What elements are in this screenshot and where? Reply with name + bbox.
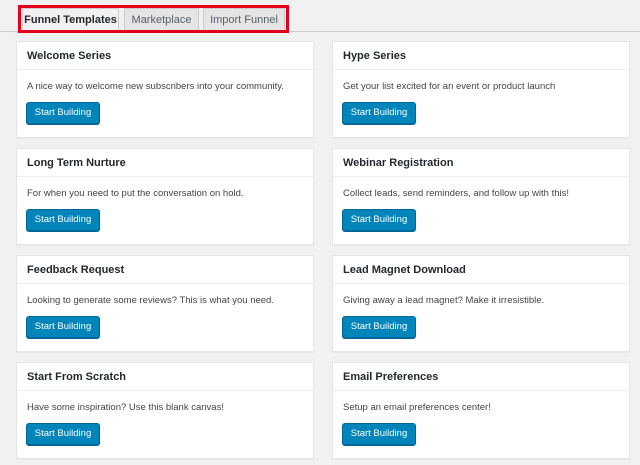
template-card-lead-magnet-download: Lead Magnet Download Giving away a lead … (332, 255, 630, 352)
card-title: Webinar Registration (333, 149, 629, 177)
card-description: A nice way to welcome new subscribers in… (27, 81, 284, 92)
start-building-button[interactable]: Start Building (26, 423, 100, 445)
card-description: Have some inspiration? Use this blank ca… (27, 402, 224, 413)
template-card-hype-series: Hype Series Get your list excited for an… (332, 41, 630, 138)
start-building-button[interactable]: Start Building (26, 102, 100, 124)
card-title: Welcome Series (17, 42, 313, 70)
start-building-button[interactable]: Start Building (342, 102, 416, 124)
card-title: Long Term Nurture (17, 149, 313, 177)
template-card-start-from-scratch: Start From Scratch Have some inspiration… (16, 362, 314, 459)
card-description: Setup an email preferences center! (343, 402, 491, 413)
tab-bar: Funnel Templates Marketplace Import Funn… (0, 0, 640, 33)
card-description: For when you need to put the conversatio… (27, 188, 244, 199)
card-title: Lead Magnet Download (333, 256, 629, 284)
template-card-feedback-request: Feedback Request Looking to generate som… (16, 255, 314, 352)
tabs-highlight-annotation (18, 5, 289, 33)
card-title: Start From Scratch (17, 363, 313, 391)
template-card-long-term-nurture: Long Term Nurture For when you need to p… (16, 148, 314, 245)
card-description: Get your list excited for an event or pr… (343, 81, 556, 92)
card-description: Giving away a lead magnet? Make it irres… (343, 295, 545, 306)
template-card-email-preferences: Email Preferences Setup an email prefere… (332, 362, 630, 459)
card-title: Email Preferences (333, 363, 629, 391)
card-description: Collect leads, send reminders, and follo… (343, 188, 570, 199)
card-title: Feedback Request (17, 256, 313, 284)
template-card-webinar-registration: Webinar Registration Collect leads, send… (332, 148, 630, 245)
card-title: Hype Series (333, 42, 629, 70)
template-card-welcome-series: Welcome Series A nice way to welcome new… (16, 41, 314, 138)
start-building-button[interactable]: Start Building (26, 209, 100, 231)
card-description: Looking to generate some reviews? This i… (27, 295, 274, 306)
start-building-button[interactable]: Start Building (342, 423, 416, 445)
start-building-button[interactable]: Start Building (342, 209, 416, 231)
start-building-button[interactable]: Start Building (342, 316, 416, 338)
start-building-button[interactable]: Start Building (26, 316, 100, 338)
